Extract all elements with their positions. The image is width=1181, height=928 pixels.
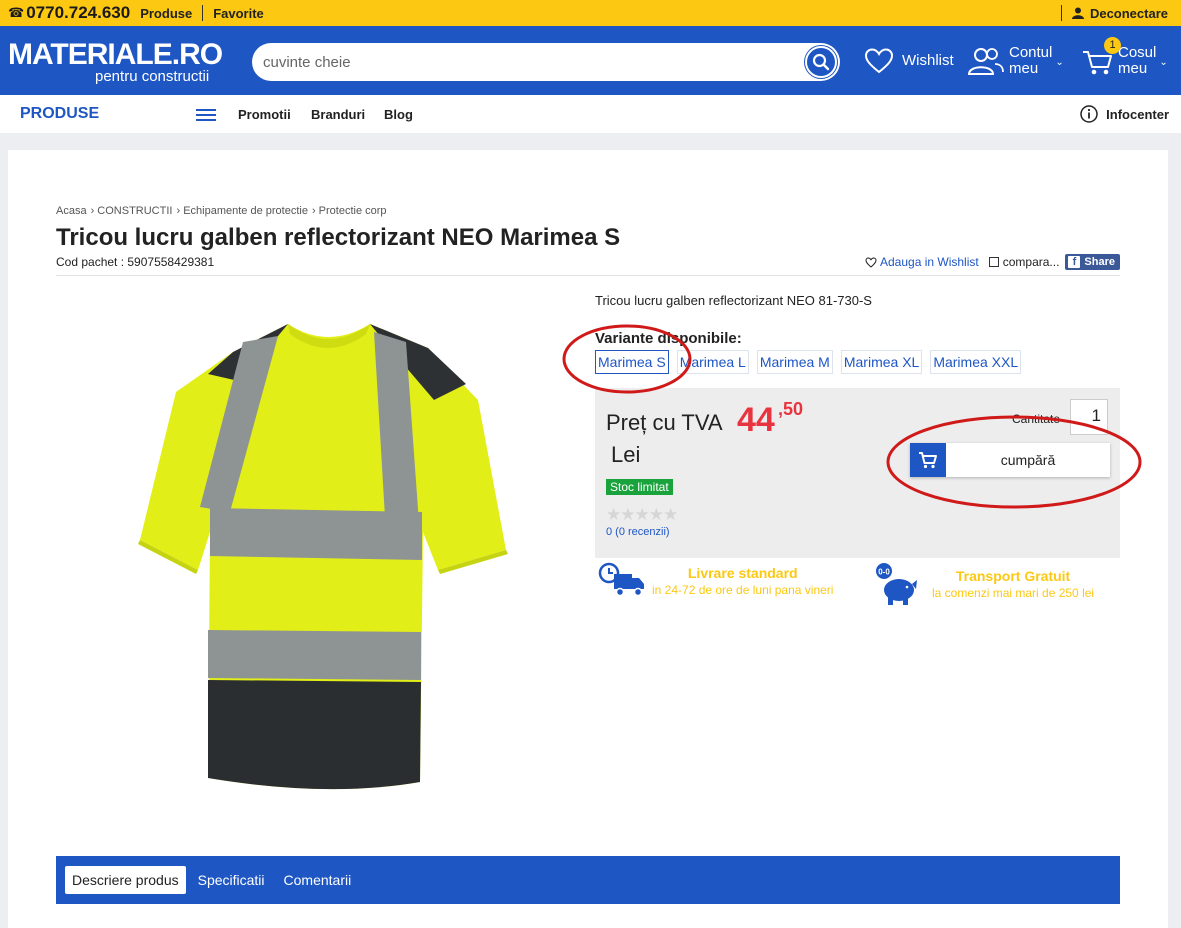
add-to-wishlist-label: Adauga in Wishlist — [880, 255, 979, 269]
star-rating[interactable]: ★★★★★ — [606, 505, 678, 525]
tab-comentarii[interactable]: Comentarii — [277, 866, 359, 894]
product-short-description: Tricou lucru galben reflectorizant NEO 8… — [595, 293, 872, 308]
piggy-bank-icon: 0-0 — [876, 563, 917, 605]
breadcrumb: Acasa › CONSTRUCTII › Echipamente de pro… — [56, 205, 387, 217]
chevron-down-icon: ⌄ — [1055, 57, 1064, 68]
phone-icon: ☎ — [8, 5, 25, 20]
quantity-input[interactable]: 1 — [1070, 399, 1108, 435]
product-actions: Adauga in Wishlist compara... f Share — [865, 254, 1120, 270]
shipping-subtitle: la comenzi mai mari de 250 lei — [932, 586, 1095, 600]
account-label-1: Contul — [1009, 43, 1053, 61]
tab-specificatii[interactable]: Specificatii — [191, 866, 272, 894]
tab-descriere[interactable]: Descriere produs — [65, 866, 186, 894]
variant-option-xl[interactable]: Marimea XL — [840, 350, 923, 374]
add-to-wishlist-link[interactable]: Adauga in Wishlist — [865, 255, 979, 269]
logout-button[interactable]: Deconectare — [1071, 5, 1181, 21]
breadcrumb-item[interactable]: › CONSTRUCTII — [91, 205, 173, 217]
breadcrumb-item[interactable]: › Echipamente de protectie — [176, 205, 307, 217]
logo-text: MATERIALE.RO — [8, 38, 223, 71]
search-bar — [252, 43, 840, 81]
quantity-label: Cantitate — [1012, 412, 1061, 426]
category-nav: PRODUSE Promotii Branduri Blog Infocente… — [0, 95, 1181, 133]
heart-icon — [864, 47, 894, 73]
variant-option-xxl[interactable]: Marimea XXL — [930, 350, 1022, 374]
nav-link-branduri[interactable]: Branduri — [311, 107, 365, 122]
shipping-title: Transport Gratuit — [955, 568, 1071, 584]
reviews-link[interactable]: 0 (0 recenzii) — [606, 526, 670, 538]
shipping-free: 0-0 Transport Gratuit la comenzi mai mar… — [874, 562, 1094, 606]
product-image[interactable] — [138, 312, 518, 792]
price-box: Preț cu TVA 44 ,50 Lei Stoc limitat ★★★★… — [595, 388, 1120, 558]
breadcrumb-item[interactable]: Acasa — [56, 205, 87, 217]
users-icon — [967, 47, 1004, 75]
top-link-favorite[interactable]: Favorite — [203, 6, 274, 21]
share-label: Share — [1084, 256, 1115, 268]
info-icon — [1080, 105, 1098, 123]
variant-option-s[interactable]: Marimea S — [595, 350, 669, 374]
cart-label-2: meu — [1118, 59, 1148, 77]
search-button[interactable] — [805, 46, 837, 78]
product-tabs: Descriere produs Specificatii Comentarii — [56, 856, 1120, 904]
hamburger-menu-icon[interactable] — [196, 109, 216, 121]
checkbox-icon — [988, 257, 999, 267]
cart-icon — [910, 443, 946, 477]
user-icon — [1071, 7, 1084, 19]
infocenter-link[interactable]: Infocenter — [1080, 105, 1169, 123]
main-header: MATERIALE.RO pentru constructii Wishlist… — [0, 26, 1181, 95]
compare-label: compara... — [1002, 255, 1060, 269]
facebook-icon: f — [1068, 256, 1081, 268]
shipping-standard: Livrare standard in 24-72 de ore de luni… — [598, 562, 833, 600]
search-icon — [812, 53, 830, 71]
price-integer: 44 — [737, 401, 775, 439]
variant-option-l[interactable]: Marimea L — [676, 350, 749, 374]
account-label-2: meu — [1009, 59, 1039, 77]
chevron-down-icon: ⌄ — [1159, 57, 1168, 68]
shipping-subtitle: in 24-72 de ore de luni pana vineri — [652, 583, 834, 597]
cart-count-badge: 1 — [1104, 37, 1121, 54]
shipping-title: Livrare standard — [687, 565, 798, 581]
phone-number[interactable]: ☎ 0770.724.630 — [8, 3, 130, 23]
wishlist-label: Wishlist — [902, 52, 954, 69]
top-link-produse[interactable]: Produse — [130, 6, 202, 21]
heart-icon — [865, 256, 877, 268]
variant-option-m[interactable]: Marimea M — [756, 350, 833, 374]
header-divider — [56, 275, 1120, 276]
product-card: Acasa › CONSTRUCTII › Echipamente de pro… — [8, 150, 1168, 928]
delivery-truck-icon — [598, 562, 644, 597]
buy-label: cumpără — [1000, 452, 1056, 468]
facebook-share-button[interactable]: f Share — [1065, 254, 1120, 270]
cart-button[interactable]: 1 Cosul meu ⌄ — [1082, 26, 1168, 95]
account-menu[interactable]: Contul meu ⌄ — [967, 26, 1064, 95]
buy-button[interactable]: cumpără — [910, 443, 1110, 477]
product-title: Tricou lucru galben reflectorizant NEO M… — [56, 224, 621, 251]
product-code: Cod pachet : 5907558429381 — [56, 255, 215, 269]
search-input[interactable] — [263, 51, 793, 73]
top-bar: ☎ 0770.724.630 Produse Favorite Deconect… — [0, 0, 1181, 26]
stock-badge: Stoc limitat — [606, 479, 673, 495]
logout-label: Deconectare — [1089, 5, 1168, 21]
piggy-badge: 0-0 — [878, 568, 890, 577]
compare-checkbox[interactable]: compara... — [988, 255, 1060, 269]
price-label: Preț cu TVA — [606, 410, 723, 435]
logo-tagline: pentru constructii — [95, 68, 210, 85]
infocenter-label: Infocenter — [1106, 106, 1169, 122]
price-currency: Lei — [611, 442, 641, 467]
site-logo[interactable]: MATERIALE.RO pentru constructii — [8, 38, 223, 86]
variants-heading: Variante disponibile: — [595, 330, 742, 347]
cart-label-1: Cosul — [1118, 43, 1157, 61]
wishlist-button[interactable]: Wishlist — [864, 26, 954, 95]
nav-link-promotii[interactable]: Promotii — [238, 107, 291, 122]
nav-produse[interactable]: PRODUSE — [20, 105, 99, 123]
divider — [1060, 5, 1062, 21]
phone-text: 0770.724.630 — [26, 3, 131, 22]
nav-link-blog[interactable]: Blog — [384, 107, 413, 122]
price-decimals: ,50 — [778, 399, 804, 419]
variant-list: Marimea S Marimea L Marimea M Marimea XL… — [595, 350, 1022, 374]
breadcrumb-item[interactable]: › Protectie corp — [312, 205, 387, 217]
